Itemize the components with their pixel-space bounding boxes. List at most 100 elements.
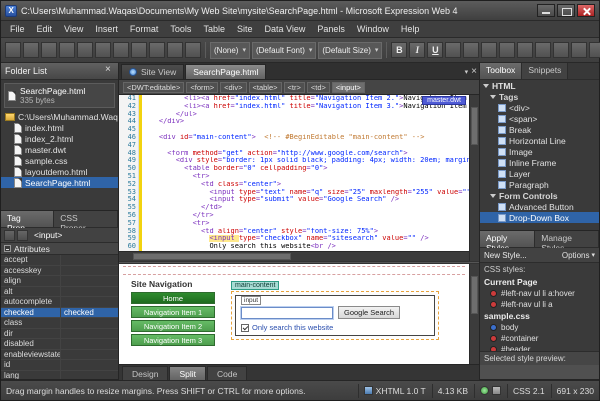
minimize-icon[interactable] (537, 4, 555, 17)
size-dropdown[interactable]: (Default Size) (318, 42, 382, 59)
close-icon[interactable] (577, 4, 595, 17)
decrease-indent-icon[interactable] (535, 42, 551, 58)
style-item--container[interactable]: #container (480, 333, 599, 344)
folder-file-master.dwt[interactable]: master.dwt (1, 144, 118, 155)
menu-window[interactable]: Window (351, 23, 395, 35)
editable-region-tab[interactable]: main-content (231, 281, 279, 290)
visual-aids-segment[interactable] (474, 384, 501, 398)
style-item-body[interactable]: body (480, 322, 599, 333)
menu-panels[interactable]: Panels (311, 23, 351, 35)
folder-file-index.html[interactable]: index.html (1, 122, 118, 133)
align-center-icon[interactable] (463, 42, 479, 58)
style-item--left-nav-ul-li-a[interactable]: #left-nav ul li a (480, 299, 599, 310)
folder-root[interactable]: C:\Users\Muhammad.Waqas\Documen (1, 111, 118, 122)
attribute-row-dir[interactable]: dir (1, 329, 118, 340)
collapse-icon[interactable] (4, 245, 11, 252)
toolbox-item-horizontal-line[interactable]: Horizontal Line (480, 135, 599, 146)
new-style-button[interactable]: New Style... (484, 251, 527, 260)
attribute-row-enableviewstate[interactable]: enableviewstate (1, 350, 118, 361)
paste-icon[interactable] (149, 42, 165, 58)
horizontal-scrollbar[interactable] (119, 251, 469, 261)
design-text-input[interactable] (241, 307, 333, 319)
toolbox-group-form-controls[interactable]: Form Controls (480, 190, 599, 201)
toolbox-item--span-[interactable]: <span> (480, 113, 599, 124)
align-right-icon[interactable] (481, 42, 497, 58)
margin-handles[interactable] (123, 266, 465, 275)
style-dropdown[interactable]: (None) (210, 42, 250, 59)
attribute-row-id[interactable]: id (1, 360, 118, 371)
tab-tag-prop-[interactable]: Tag Prop... (1, 211, 54, 227)
attribute-row-class[interactable]: class (1, 318, 118, 329)
folder-file-sample.css[interactable]: sample.css (1, 155, 118, 166)
bullet-list-icon[interactable] (517, 42, 533, 58)
scrollbar-thumb[interactable] (471, 276, 478, 314)
menu-format[interactable]: Format (124, 23, 165, 35)
maximize-icon[interactable] (557, 4, 575, 17)
borders-icon[interactable] (571, 42, 587, 58)
google-search-button[interactable]: Google Search (338, 306, 400, 319)
design-nav-navigation-item-2[interactable]: Navigation Item 2 (131, 320, 215, 332)
attribute-row-alt[interactable]: alt (1, 287, 118, 298)
underline-icon[interactable]: U (427, 42, 443, 58)
undo-icon[interactable] (167, 42, 183, 58)
design-nav-home[interactable]: Home (131, 292, 215, 304)
highlight-icon[interactable] (589, 42, 600, 58)
menu-help[interactable]: Help (395, 23, 426, 35)
cut-icon[interactable] (113, 42, 129, 58)
menu-file[interactable]: File (4, 23, 31, 35)
attribute-row-autocomplete[interactable]: autocomplete (1, 297, 118, 308)
tab-close-icon[interactable]: × (471, 68, 477, 76)
tab-manage-styles[interactable]: Manage Styles (535, 231, 599, 247)
tab-toolbox[interactable]: Toolbox (480, 63, 522, 79)
toolbox-item-image[interactable]: Image (480, 146, 599, 157)
breadcrumb-div[interactable]: <div> (220, 82, 246, 93)
design-surface[interactable]: Site Navigation HomeNavigation Item 1Nav… (119, 264, 469, 364)
design-nav-navigation-item-1[interactable]: Navigation Item 1 (131, 306, 215, 318)
spellcheck-icon[interactable] (95, 42, 111, 58)
menu-insert[interactable]: Insert (89, 23, 124, 35)
preview-in-browser-icon[interactable] (59, 42, 75, 58)
tab-css-proper-[interactable]: CSS Proper... (54, 211, 118, 227)
breadcrumb-td[interactable]: <td> (307, 82, 330, 93)
toolbox-item-layer[interactable]: Layer (480, 168, 599, 179)
toolbox-item-break[interactable]: Break (480, 124, 599, 135)
attribute-row-accesskey[interactable]: accesskey (1, 266, 118, 277)
toolbox-item-inline-frame[interactable]: Inline Frame (480, 157, 599, 168)
tab-list-dropdown-icon[interactable]: ▾ (465, 68, 469, 76)
doc-tab-site-view[interactable]: Site View (121, 64, 184, 79)
menu-data-view[interactable]: Data View (258, 23, 311, 35)
toolbox-item-advanced-button[interactable]: Advanced Button (480, 201, 599, 212)
font-dropdown[interactable]: (Default Font) (252, 42, 316, 59)
design-nav-navigation-item-3[interactable]: Navigation Item 3 (131, 334, 215, 346)
bold-icon[interactable]: B (391, 42, 407, 58)
folder-file-index_2.html[interactable]: index_2.html (1, 133, 118, 144)
folder-file-SearchPage.html[interactable]: SearchPage.html (1, 177, 118, 188)
tab-snippets[interactable]: Snippets (522, 63, 568, 79)
open-icon[interactable] (23, 42, 39, 58)
attribute-row-accept[interactable]: accept (1, 255, 118, 266)
increase-indent-icon[interactable] (553, 42, 569, 58)
breadcrumb-tr[interactable]: <tr> (284, 82, 305, 93)
breadcrumb-table[interactable]: <table> (249, 82, 282, 93)
copy-icon[interactable] (131, 42, 147, 58)
attribute-row-checked[interactable]: checkedchecked (1, 308, 118, 319)
vertical-scrollbar[interactable] (469, 95, 479, 261)
redo-icon[interactable] (185, 42, 201, 58)
doctype-segment[interactable]: XHTML 1.0 T (358, 384, 426, 398)
align-left-icon[interactable] (445, 42, 461, 58)
attribute-row-disabled[interactable]: disabled (1, 339, 118, 350)
style-item--header[interactable]: #header (480, 344, 599, 351)
menu-table[interactable]: Table (197, 23, 231, 35)
breadcrumb-input[interactable]: <input> (332, 82, 365, 93)
options-dropdown[interactable]: Options (562, 251, 595, 260)
attribute-row-align[interactable]: align (1, 276, 118, 287)
toolbox-section-html[interactable]: HTML (480, 80, 599, 91)
new-document-icon[interactable] (5, 42, 21, 58)
code-editor[interactable]: 41 <li><a href="index.html" title="Navig… (119, 95, 469, 251)
tab-apply-styles[interactable]: Apply Styles (480, 231, 535, 247)
attributes-section-header[interactable]: Attributes (1, 243, 118, 255)
design-vertical-scrollbar[interactable] (469, 264, 479, 364)
breadcrumb-DWTeditable[interactable]: <DWT:editable> (123, 82, 184, 93)
panel-close-icon[interactable] (103, 66, 114, 77)
categorized-icon[interactable] (4, 230, 15, 241)
